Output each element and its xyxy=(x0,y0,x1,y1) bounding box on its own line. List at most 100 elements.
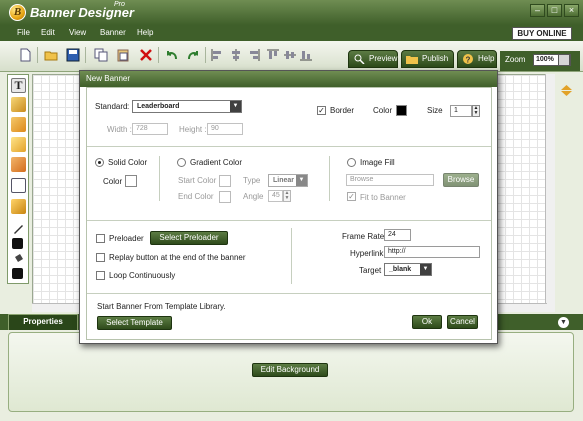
select-preloader-button[interactable]: Select Preloader xyxy=(150,231,228,245)
replay-button-checkbox[interactable] xyxy=(96,253,105,262)
copy-icon[interactable] xyxy=(94,48,108,62)
target-select[interactable]: _blank ▼ xyxy=(384,263,432,276)
type-label: Type xyxy=(243,176,261,185)
align-top-icon[interactable] xyxy=(266,48,280,62)
type-value: Linear xyxy=(273,177,295,184)
publish-button[interactable]: Publish xyxy=(401,50,454,68)
gradient-color-radio[interactable] xyxy=(177,158,186,167)
browse-button[interactable]: Browse xyxy=(443,173,479,187)
button-tool-icon[interactable] xyxy=(11,137,26,152)
height-field[interactable]: 90 xyxy=(207,123,243,135)
question-icon: ? xyxy=(463,54,473,65)
app-logo-icon: B xyxy=(9,4,26,21)
right-panel xyxy=(555,74,583,312)
solid-color-radio[interactable] xyxy=(95,158,104,167)
undo-icon[interactable] xyxy=(165,48,179,62)
svg-text:?: ? xyxy=(466,56,471,65)
size-field[interactable]: 1 xyxy=(450,105,472,117)
menu-edit[interactable]: Edit xyxy=(41,28,55,37)
toolbar: Preview Publish ? Help xyxy=(0,41,583,72)
bucket-icon[interactable] xyxy=(11,252,26,267)
properties-panel: Edit Background xyxy=(8,332,574,412)
collapse-chevron-icon[interactable]: ▼ xyxy=(558,317,569,328)
publish-label: Publish xyxy=(422,54,449,63)
ok-button[interactable]: Ok xyxy=(412,315,442,329)
cancel-button[interactable]: Cancel xyxy=(447,315,478,329)
angle-stepper[interactable]: ▲ ▼ xyxy=(283,190,291,202)
stroke-color-swatch[interactable] xyxy=(12,268,23,279)
new-file-icon[interactable] xyxy=(18,48,32,62)
menu-file[interactable]: File xyxy=(17,28,30,37)
zoom-dropdown-icon[interactable] xyxy=(558,54,570,66)
image-path-field[interactable]: Browse xyxy=(346,174,434,186)
panel-toggle-icon[interactable] xyxy=(560,84,573,97)
gradient-color-label: Gradient Color xyxy=(190,158,243,167)
buy-online-button[interactable]: BUY ONLINE xyxy=(512,27,572,40)
dialog-title: New Banner xyxy=(80,71,497,87)
image-fill-radio[interactable] xyxy=(347,158,356,167)
paste-icon[interactable] xyxy=(116,48,130,62)
hyperlink-field[interactable]: http:// xyxy=(384,246,480,258)
solid-color-swatch[interactable] xyxy=(125,175,137,187)
save-icon[interactable] xyxy=(66,48,80,62)
layer-tool-icon[interactable] xyxy=(11,178,26,193)
select-template-button[interactable]: Select Template xyxy=(97,316,172,330)
border-color-swatch[interactable] xyxy=(396,105,407,116)
maximize-icon[interactable]: □ xyxy=(547,4,562,17)
standard-select[interactable]: Leaderboard ▼ xyxy=(132,100,242,113)
help-button[interactable]: ? Help xyxy=(457,50,497,68)
text-tool-icon[interactable]: T xyxy=(11,78,26,93)
dialog-body: Standard : Leaderboard ▼ Width : 728 Hei… xyxy=(86,87,492,340)
end-color-label: End Color xyxy=(178,192,214,201)
frame-rate-field[interactable]: 24 xyxy=(384,229,411,241)
close-icon[interactable]: × xyxy=(564,4,579,17)
tool-palette: T xyxy=(7,74,29,284)
minimize-icon[interactable]: – xyxy=(530,4,545,17)
align-center-icon[interactable] xyxy=(229,48,243,62)
properties-tab[interactable]: Properties xyxy=(8,314,78,330)
line-tool-icon[interactable] xyxy=(11,97,26,112)
menu-help[interactable]: Help xyxy=(137,28,153,37)
divider xyxy=(291,228,292,284)
end-color-swatch[interactable] xyxy=(219,191,231,203)
align-bottom-icon[interactable] xyxy=(299,48,313,62)
menu-banner[interactable]: Banner xyxy=(100,28,126,37)
size-stepper[interactable]: ▲ ▼ xyxy=(472,105,480,117)
preloader-checkbox[interactable] xyxy=(96,234,105,243)
help-label: Help xyxy=(478,54,495,63)
divider xyxy=(87,220,491,221)
start-color-swatch[interactable] xyxy=(219,175,231,187)
align-middle-icon[interactable] xyxy=(283,48,297,62)
toolbar-separator xyxy=(158,47,159,63)
frame-rate-label: Frame Rate : xyxy=(342,232,389,241)
menu-view[interactable]: View xyxy=(69,28,86,37)
vertical-scrollbar[interactable] xyxy=(545,74,555,312)
title-bar: B Banner Designer Pro – □ × xyxy=(0,0,583,25)
type-select[interactable]: Linear ▼ xyxy=(268,174,308,187)
chevron-down-icon: ▼ xyxy=(420,264,431,275)
star-tool-icon[interactable] xyxy=(11,117,26,132)
fit-to-banner-checkbox[interactable]: ✓ xyxy=(347,192,356,201)
border-color-label: Color xyxy=(373,106,393,115)
align-right-icon[interactable] xyxy=(247,48,261,62)
edit-background-button[interactable]: Edit Background xyxy=(252,363,328,377)
effects-tool-icon[interactable] xyxy=(11,199,26,214)
solid-color-label: Solid Color xyxy=(108,158,148,167)
folder-icon xyxy=(406,56,418,64)
hyperlink-label: Hyperlink : xyxy=(350,249,388,258)
open-folder-icon[interactable] xyxy=(44,48,58,62)
image-fill-label: Image Fill xyxy=(360,158,395,167)
angle-field[interactable]: 45 xyxy=(268,190,283,202)
height-label: Height : xyxy=(179,125,207,134)
border-checkbox[interactable]: ✓ xyxy=(317,106,326,115)
preview-button[interactable]: Preview xyxy=(348,50,398,68)
fill-color-swatch[interactable] xyxy=(12,238,23,249)
divider xyxy=(159,156,160,201)
redo-icon[interactable] xyxy=(186,48,200,62)
align-left-icon[interactable] xyxy=(210,48,224,62)
image-tool-icon[interactable] xyxy=(11,157,26,172)
loop-checkbox[interactable] xyxy=(96,271,105,280)
width-field[interactable]: 728 xyxy=(132,123,168,135)
delete-icon[interactable] xyxy=(139,48,153,62)
pencil-icon[interactable] xyxy=(11,221,26,236)
